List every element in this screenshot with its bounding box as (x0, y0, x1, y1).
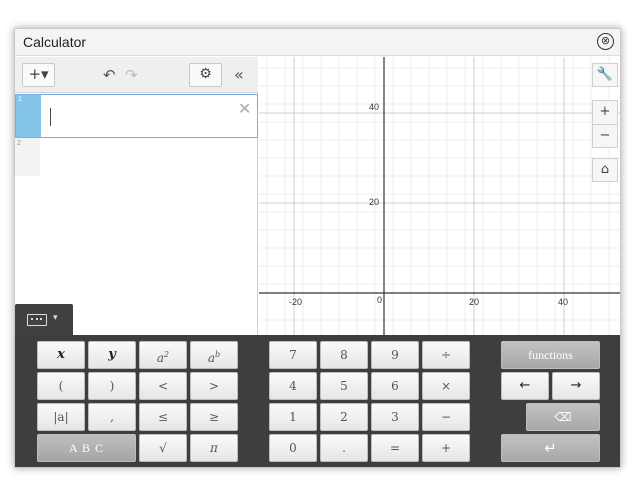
wrench-icon[interactable]: 🔧 (592, 63, 618, 87)
expression-row[interactable]: 2 (15, 138, 40, 176)
calculator-window: Calculator ⊗ +▾ ↶ ↷ ⚙ « 1 ✕ 2 -20 0 20 4… (14, 28, 621, 468)
key-less-equal[interactable]: ≤ (139, 403, 187, 431)
key-8[interactable]: 8 (320, 341, 368, 369)
key-9[interactable]: 9 (371, 341, 419, 369)
keypad-toggle-button[interactable]: ▾ (15, 304, 73, 337)
key-greater-than[interactable]: > (190, 372, 238, 400)
key-times[interactable]: × (422, 372, 470, 400)
home-icon[interactable]: ⌂ (592, 158, 618, 182)
key-divide[interactable]: ÷ (422, 341, 470, 369)
key-3[interactable]: 3 (371, 403, 419, 431)
key-comma[interactable]: , (88, 403, 136, 431)
x-tick-label: 0 (377, 295, 382, 305)
key-equals[interactable]: = (371, 434, 419, 462)
right-arrow-button[interactable]: → (552, 372, 600, 400)
add-expression-button[interactable]: +▾ (22, 63, 55, 87)
zoom-out-button[interactable]: − (592, 124, 618, 148)
key-absolute-value[interactable]: |a| (37, 403, 85, 431)
key-a-squared-exp: 2 (164, 350, 170, 359)
expression-panel: +▾ ↶ ↷ ⚙ « 1 ✕ 2 (15, 57, 258, 339)
enter-button[interactable]: ↵ (501, 434, 600, 462)
y-tick-label: 20 (369, 197, 379, 207)
title-bar: Calculator ⊗ (15, 29, 620, 56)
key-a-power-exp: b (215, 350, 221, 359)
key-plus[interactable]: + (422, 434, 470, 462)
window-title: Calculator (23, 34, 87, 50)
key-a-squared-base: a (156, 351, 165, 365)
expression-number: 2 (17, 140, 21, 147)
key-x[interactable]: x (37, 341, 85, 369)
chevron-down-icon: ▾ (53, 313, 58, 323)
key-a-power-b[interactable]: ab (190, 341, 238, 369)
abc-keyboard-button[interactable]: A B C (37, 434, 136, 462)
expression-tab[interactable]: 1 (16, 95, 41, 137)
key-greater-equal[interactable]: ≥ (190, 403, 238, 431)
key-7[interactable]: 7 (269, 341, 317, 369)
key-pi[interactable]: π (190, 434, 238, 462)
key-y[interactable]: y (88, 341, 136, 369)
key-5[interactable]: 5 (320, 372, 368, 400)
close-icon[interactable]: ⊗ (597, 33, 614, 50)
key-close-paren[interactable]: ) (88, 372, 136, 400)
redo-icon[interactable]: ↷ (125, 66, 138, 84)
key-less-than[interactable]: < (139, 372, 187, 400)
key-6[interactable]: 6 (371, 372, 419, 400)
keypad: x y a2 ab ( ) < > |a| , ≤ ≥ A B C √ π 7 … (15, 335, 620, 467)
zoom-in-button[interactable]: + (592, 100, 618, 124)
key-4[interactable]: 4 (269, 372, 317, 400)
expression-toolbar: +▾ ↶ ↷ ⚙ « (15, 57, 258, 93)
x-tick-label: 20 (469, 297, 479, 307)
delete-expression-icon[interactable]: ✕ (238, 99, 251, 118)
left-arrow-button[interactable]: ← (501, 372, 549, 400)
expression-row[interactable]: 1 ✕ (15, 94, 258, 138)
key-minus[interactable]: − (422, 403, 470, 431)
settings-gear-icon[interactable]: ⚙ (189, 63, 222, 87)
key-open-paren[interactable]: ( (37, 372, 85, 400)
key-a-squared[interactable]: a2 (139, 341, 187, 369)
undo-icon[interactable]: ↶ (103, 66, 116, 84)
expression-number: 1 (18, 96, 22, 103)
key-1[interactable]: 1 (269, 403, 317, 431)
functions-button[interactable]: functions (501, 341, 600, 369)
key-sqrt[interactable]: √ (139, 434, 187, 462)
y-tick-label: 40 (369, 102, 379, 112)
keyboard-icon (27, 314, 47, 326)
backspace-button[interactable]: ⌫ (526, 403, 600, 431)
key-2[interactable]: 2 (320, 403, 368, 431)
collapse-panel-icon[interactable]: « (234, 65, 244, 84)
x-tick-label: -20 (289, 297, 302, 307)
key-a-power-base: a (207, 351, 216, 365)
x-tick-label: 40 (558, 297, 568, 307)
expression-input[interactable] (50, 108, 210, 126)
key-0[interactable]: 0 (269, 434, 317, 462)
key-decimal[interactable]: . (320, 434, 368, 462)
